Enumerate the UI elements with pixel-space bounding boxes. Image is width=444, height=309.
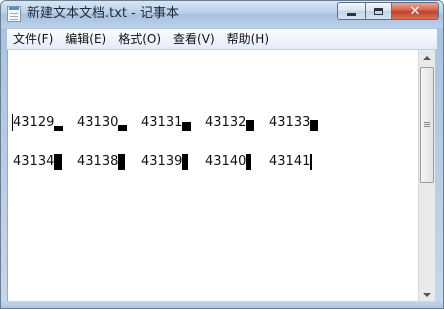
text-token: 43138 bbox=[77, 152, 126, 172]
text-token: 43130 bbox=[77, 113, 128, 133]
text-line: 43134 43138 43139 43140 43141 bbox=[8, 152, 418, 172]
notepad-window: 新建文本文档.txt - 记事本 ✕ 文件(F) 编辑(E) 格式(O) 查看(… bbox=[0, 0, 444, 309]
grip-line bbox=[424, 126, 430, 127]
tab-glyph-block bbox=[246, 154, 252, 170]
maximize-icon bbox=[374, 7, 383, 15]
tab-glyph-block bbox=[118, 125, 128, 131]
tab-glyph-block bbox=[54, 126, 64, 131]
close-button[interactable]: ✕ bbox=[392, 2, 439, 20]
tab-glyph-block bbox=[310, 120, 319, 131]
tab-glyph-block bbox=[310, 154, 313, 170]
text-token: 43139 bbox=[141, 152, 189, 172]
text-editor-area[interactable]: 43129 43130 43131 43132 43133 43134 4313… bbox=[7, 50, 418, 303]
vertical-scrollbar[interactable] bbox=[418, 50, 435, 303]
grip-line bbox=[424, 122, 430, 123]
window-title: 新建文本文档.txt - 记事本 bbox=[27, 6, 179, 21]
scroll-up-button[interactable] bbox=[419, 50, 435, 66]
arrow-down-icon bbox=[423, 293, 431, 297]
text-token: 43132 bbox=[205, 113, 255, 133]
notepad-icon[interactable] bbox=[7, 6, 21, 22]
minimize-icon bbox=[347, 12, 356, 16]
title-bar[interactable]: 新建文本文档.txt - 记事本 ✕ bbox=[1, 1, 443, 28]
menu-format[interactable]: 格式(O) bbox=[112, 30, 167, 48]
scrollbar-thumb[interactable] bbox=[420, 67, 434, 183]
text-token: 43131 bbox=[141, 113, 192, 133]
menu-view[interactable]: 查看(V) bbox=[167, 30, 221, 48]
close-icon: ✕ bbox=[409, 3, 421, 19]
window-bottom-border bbox=[1, 301, 443, 308]
tab-glyph-block bbox=[118, 154, 126, 170]
menu-edit[interactable]: 编辑(E) bbox=[59, 30, 112, 48]
text-token: 43129 bbox=[13, 113, 64, 133]
maximize-button[interactable] bbox=[365, 2, 392, 20]
text-token: 43141 bbox=[269, 154, 313, 170]
menu-bar: 文件(F) 编辑(E) 格式(O) 查看(V) 帮助(H) bbox=[7, 29, 437, 50]
text-token: 43134 bbox=[13, 152, 63, 172]
arrow-up-icon bbox=[423, 56, 431, 60]
text-token: 43133 bbox=[269, 113, 319, 133]
text-line: 43129 43130 43131 43132 43133 bbox=[8, 113, 418, 133]
tab-glyph-block bbox=[54, 154, 63, 170]
tab-glyph-block bbox=[182, 122, 192, 131]
menu-help[interactable]: 帮助(H) bbox=[221, 30, 275, 48]
grip-line bbox=[424, 124, 430, 125]
text-token: 43140 bbox=[205, 152, 252, 172]
menu-file[interactable]: 文件(F) bbox=[7, 30, 59, 48]
minimize-button[interactable] bbox=[337, 2, 365, 20]
tab-glyph-block bbox=[246, 120, 255, 131]
tab-glyph-block bbox=[182, 154, 189, 170]
